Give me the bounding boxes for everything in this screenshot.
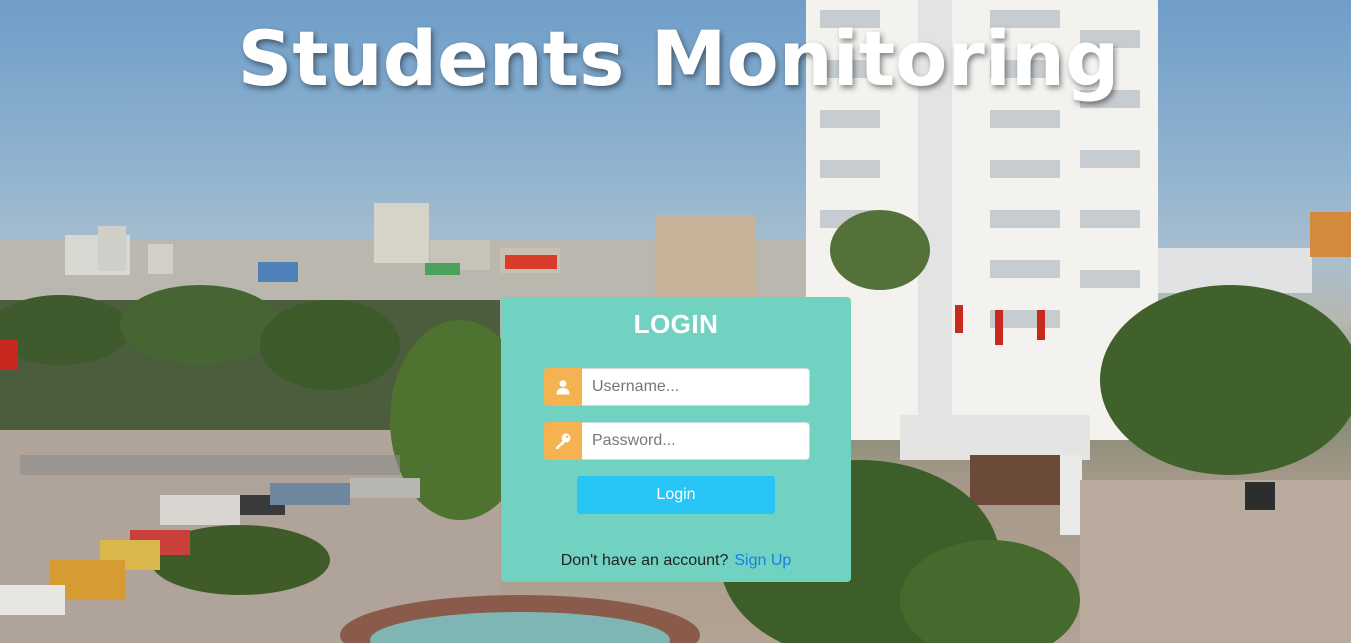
- password-input[interactable]: [582, 422, 810, 460]
- user-icon: [544, 368, 582, 406]
- password-field: [544, 422, 810, 460]
- login-heading: LOGIN: [633, 309, 719, 339]
- key-icon: [544, 422, 582, 460]
- signup-link[interactable]: Sign Up: [734, 552, 791, 569]
- login-button[interactable]: Login: [577, 476, 775, 514]
- signup-row: Don't have an account? Sign Up: [501, 552, 851, 570]
- login-card: LOGIN Login Don't have an account? Sign U…: [501, 297, 851, 582]
- username-field: [544, 368, 810, 406]
- signup-prompt: Don't have an account?: [560, 552, 729, 569]
- username-input[interactable]: [582, 368, 810, 406]
- page-title: Students Monitoring: [237, 14, 1120, 103]
